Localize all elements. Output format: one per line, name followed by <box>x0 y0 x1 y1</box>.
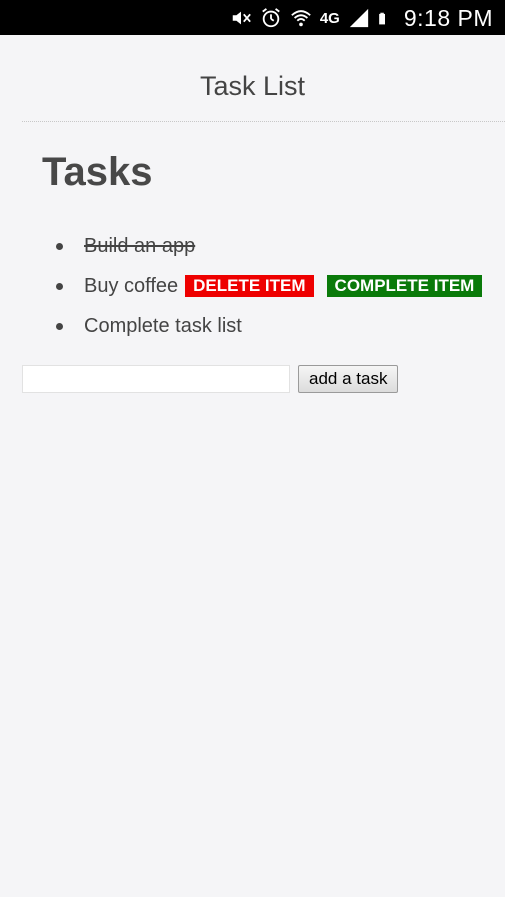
task-label: Buy coffee <box>84 274 179 297</box>
header-divider <box>22 121 505 122</box>
task-label: Build an app <box>84 234 196 257</box>
bullet-icon <box>56 283 63 290</box>
mute-icon <box>232 11 251 25</box>
status-bar: 4G 9:18 PM <box>0 0 505 35</box>
task-item: Complete task list <box>0 306 482 346</box>
bullet-icon <box>56 323 63 330</box>
clock-time: 9:18 PM <box>403 4 493 31</box>
task-item: Build an app <box>0 226 482 266</box>
battery-icon <box>379 12 385 25</box>
complete-item-button[interactable]: COMPLETE ITEM <box>326 275 483 297</box>
delete-item-button[interactable]: DELETE ITEM <box>185 275 314 297</box>
app-header: Task List <box>0 35 505 123</box>
status-icons: 4G 9:18 PM <box>230 4 493 32</box>
new-task-input[interactable] <box>22 365 290 393</box>
app-title: Task List <box>199 71 306 101</box>
add-task-form: add a task <box>22 365 399 393</box>
task-item: Buy coffee DELETE ITEM COMPLETE ITEM <box>0 266 483 306</box>
bullet-icon <box>56 243 63 250</box>
task-list: Build an app Buy coffee DELETE ITEM COMP… <box>0 226 483 346</box>
signal-icon <box>349 8 369 28</box>
add-task-button[interactable]: add a task <box>298 365 399 393</box>
alarm-icon <box>262 8 280 28</box>
page-title: Tasks <box>42 150 153 194</box>
network-type-label: 4G <box>319 9 340 27</box>
wifi-icon <box>291 10 311 27</box>
task-label: Complete task list <box>84 314 242 337</box>
